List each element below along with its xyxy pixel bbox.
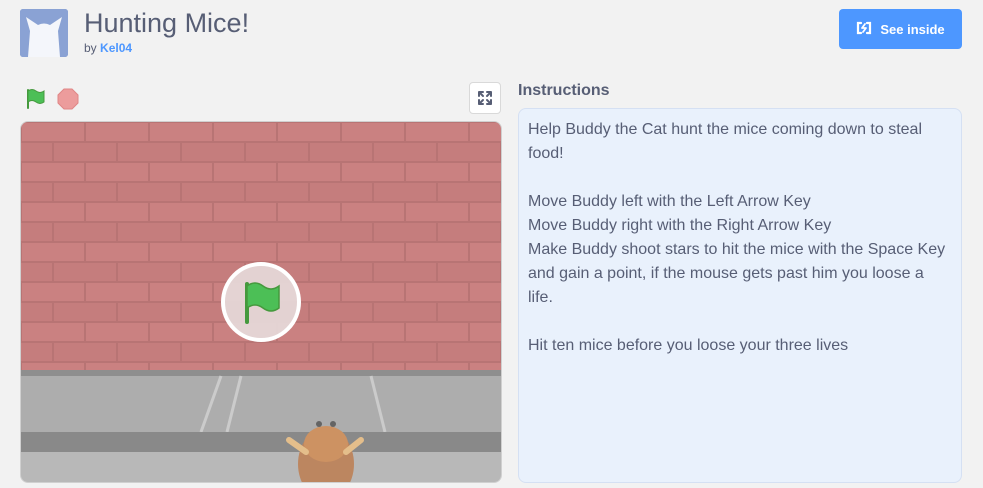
instructions-line: Move Buddy left with the Left Arrow Key [528,193,811,210]
stop-icon [57,88,79,110]
instructions-spacer [528,310,952,334]
see-inside-icon [856,20,872,39]
see-inside-button[interactable]: See inside [839,9,962,49]
instructions-line: Help Buddy the Cat hunt the mice coming … [528,121,922,162]
start-overlay-button[interactable] [221,262,301,342]
green-flag-icon [27,89,45,109]
see-inside-label: See inside [880,21,945,37]
instructions-text: Help Buddy the Cat hunt the mice coming … [518,108,962,483]
author-link[interactable]: Kel04 [100,41,132,55]
instructions-line: Make Buddy shoot stars to hit the mice w… [528,241,946,306]
instructions-line: Move Buddy right with the Right Arrow Ke… [528,217,832,234]
fullscreen-button[interactable] [469,82,501,114]
instructions-spacer [528,166,952,190]
project-byline: by Kel04 [84,41,132,55]
project-stage[interactable] [20,121,502,483]
fullscreen-icon [478,91,492,105]
instructions-line: Hit ten mice before you loose your three… [528,337,849,354]
instructions-heading: Instructions [518,82,610,99]
by-label: by [84,41,97,55]
green-flag-button[interactable] [24,87,48,111]
project-thumbnail [20,9,68,57]
project-title: Hunting Mice! [84,8,250,38]
stop-button[interactable] [57,88,79,110]
green-flag-icon [245,282,280,324]
